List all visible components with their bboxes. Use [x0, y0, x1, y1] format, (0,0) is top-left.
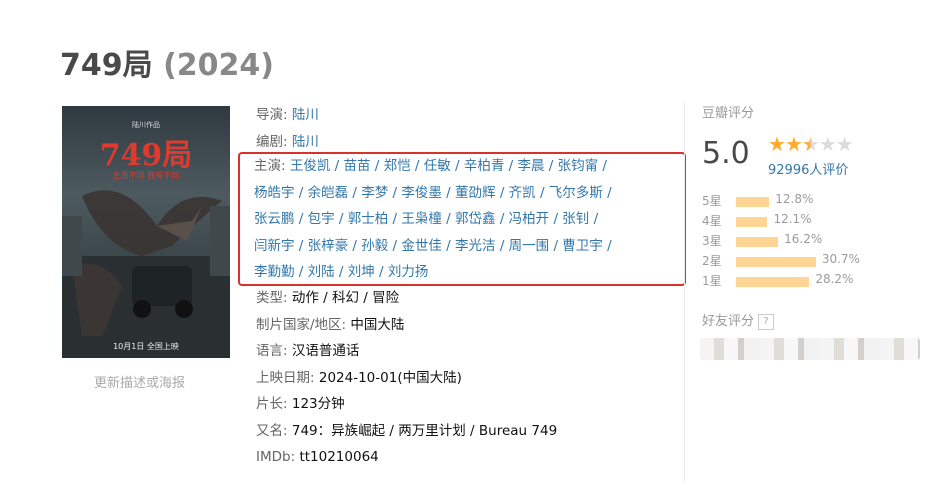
rating-stars: ★★★★★ [768, 132, 854, 156]
cast-line: 张云鹏 / 包宇 / 郭士柏 / 王枭橦 / 郭岱鑫 / 冯柏开 / 张钊 / [254, 206, 612, 233]
star-icon: ★ [768, 132, 786, 156]
friend-avatars-blurred [700, 338, 920, 360]
poster-title: 749局 [99, 138, 193, 173]
country-label: 制片国家/地区: [256, 316, 347, 333]
cast-list: 主演: 王俊凯 / 苗苗 / 郑恺 / 任敏 / 辛柏青 / 李晨 / 张钧甯 … [254, 153, 612, 286]
info-bottom: 类型: 动作 / 科幻 / 冒险 制片国家/地区: 中国大陆 语言: 汉语普通话… [256, 285, 557, 471]
writer-label: 编剧: [256, 133, 288, 150]
release-row: 上映日期: 2024-10-01(中国大陆) [256, 365, 557, 392]
cast-names[interactable]: 闫新宇 / 张梓豪 / 孙毅 / 金世佳 / 李光洁 / 周一围 / 曹卫宇 / [254, 238, 612, 254]
star-level-label: 2星 [702, 254, 722, 268]
cast-names[interactable]: 李勤勤 / 刘陆 / 刘坤 / 刘力扬 [254, 264, 428, 280]
imdb-row: IMDb: tt10210064 [256, 444, 557, 471]
poster-slogan: 生而不同 我有不同 [112, 171, 180, 180]
poster-tagline: 陆川作品 [132, 121, 160, 129]
runtime-row: 片长: 123分钟 [256, 391, 557, 418]
distribution-bar [736, 217, 768, 227]
distribution-pct: 12.1% [773, 212, 812, 226]
divider [684, 102, 685, 482]
cast-line: 主演: 王俊凯 / 苗苗 / 郑恺 / 任敏 / 辛柏青 / 李晨 / 张钧甯 … [254, 153, 612, 180]
star-icon: ★ [784, 132, 803, 156]
director-link[interactable]: 陆川 [292, 107, 319, 123]
distribution-bar [736, 257, 816, 267]
help-icon[interactable]: ? [758, 313, 775, 330]
distribution-pct: 28.2% [815, 272, 854, 286]
language-value: 汉语普通话 [291, 343, 360, 359]
distribution-pct: 16.2% [784, 232, 823, 246]
friend-rating-label: 好友评分 [702, 314, 755, 329]
genre-row: 类型: 动作 / 科幻 / 冒险 [256, 285, 557, 312]
aka-label: 又名: [256, 422, 288, 439]
aka-row: 又名: 749：异族崛起 / 两万里计划 / Bureau 749 [256, 418, 557, 445]
cast-names[interactable]: 张云鹏 / 包宇 / 郭士柏 / 王枭橦 / 郭岱鑫 / 冯柏开 / 张钊 / [254, 211, 598, 227]
page-title: 749局 (2024) [60, 40, 274, 84]
runtime-label: 片长: [256, 396, 288, 412]
cast-line: 杨皓宇 / 余皑磊 / 李梦 / 李俊墨 / 董劭辉 / 齐凯 / 飞尔多斯 / [254, 180, 612, 207]
genre-label: 类型: [256, 290, 288, 306]
language-label: 语言: [256, 343, 288, 359]
director-row: 导演: 陆川 [256, 102, 319, 129]
info-top: 导演: 陆川 编剧: 陆川 [256, 102, 319, 155]
update-poster-link[interactable]: 更新描述或海报 [94, 372, 185, 391]
distribution-pct: 12.8% [775, 192, 814, 206]
release-value: 2024-10-01(中国大陆) [318, 369, 462, 386]
writer-link[interactable]: 陆川 [292, 134, 319, 150]
language-row: 语言: 汉语普通话 [256, 338, 557, 365]
movie-name: 749局 [60, 48, 153, 83]
star-empty-icon: ★ [835, 132, 854, 156]
poster-date: 10月1日 全国上映 [113, 342, 179, 351]
star-level-label: 1星 [702, 274, 722, 288]
distribution-bar [736, 237, 779, 247]
country-row: 制片国家/地区: 中国大陆 [256, 312, 557, 339]
release-label: 上映日期: [256, 369, 315, 386]
rating-votes-link[interactable]: 92996人评价 [768, 159, 848, 178]
distribution-row: 3星 16.2% [702, 232, 902, 252]
distribution-row: 5星 12.8% [702, 192, 902, 212]
star-empty-icon: ★ [818, 132, 837, 156]
distribution-pct: 30.7% [821, 252, 860, 266]
star-half-icon: ★ [801, 132, 820, 156]
genre-value: 动作 / 科幻 / 冒险 [291, 290, 400, 306]
aka-value: 749：异族崛起 / 两万里计划 / Bureau 749 [291, 422, 558, 439]
country-value: 中国大陆 [350, 316, 405, 333]
distribution-bar [736, 197, 770, 207]
imdb-label: IMDb: [256, 449, 296, 465]
friend-rating: 好友评分? [702, 310, 775, 330]
star-level-label: 4星 [702, 214, 722, 228]
movie-poster[interactable]: 陆川作品 749局 生而不同 我有不同 10月1日 全国上映 [62, 106, 230, 358]
imdb-value: tt10210064 [299, 449, 379, 465]
distribution-row: 1星 28.2% [702, 272, 902, 292]
star-level-label: 5星 [702, 194, 722, 208]
cast-line: 闫新宇 / 张梓豪 / 孙毅 / 金世佳 / 李光洁 / 周一围 / 曹卫宇 / [254, 233, 612, 260]
rating-distribution: 5星 12.8% 4星 12.1% 3星 16.2% 2星 30.7% 1星 2… [702, 192, 902, 292]
director-label: 导演: [256, 107, 288, 123]
cast-names[interactable]: 王俊凯 / 苗苗 / 郑恺 / 任敏 / 辛柏青 / 李晨 / 张钧甯 / [290, 158, 607, 174]
runtime-value: 123分钟 [291, 396, 345, 412]
distribution-row: 2星 30.7% [702, 252, 902, 272]
distribution-row: 4星 12.1% [702, 212, 902, 232]
douban-rating: 豆瓣评分 5.0 ★★★★★ 92996人评价 [702, 102, 854, 178]
rating-score: 5.0 [702, 136, 750, 171]
cast-label: 主演: [254, 158, 286, 174]
cast-line: 李勤勤 / 刘陆 / 刘坤 / 刘力扬 [254, 259, 612, 286]
distribution-bar [736, 277, 810, 287]
movie-year: (2024) [163, 48, 274, 83]
rating-header: 豆瓣评分 [702, 106, 755, 121]
star-level-label: 3星 [702, 234, 722, 248]
cast-names[interactable]: 杨皓宇 / 余皑磊 / 李梦 / 李俊墨 / 董劭辉 / 齐凯 / 飞尔多斯 / [254, 185, 612, 201]
